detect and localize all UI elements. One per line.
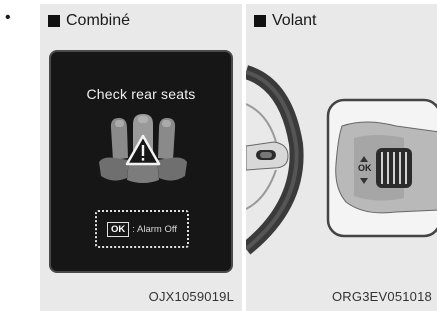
steering-header-label: Volant — [272, 12, 317, 29]
image-code-right: ORG3EV051018 — [332, 289, 432, 304]
cluster-header-label: Combiné — [66, 12, 131, 29]
ok-button-label: OK — [358, 163, 372, 173]
steering-header: Volant — [254, 12, 316, 30]
steering-wheel-illustration — [246, 65, 437, 255]
ok-alarm-off-hint: OK : Alarm Off — [95, 210, 189, 248]
screen-title: Check rear seats — [86, 86, 196, 102]
steering-wheel-panel: Volant OK ORG3EV051018 — [246, 4, 437, 311]
cluster-panel: Combiné Check rear seats OK : Alarm Off — [40, 4, 242, 311]
alarm-off-text: : Alarm Off — [132, 223, 177, 235]
square-bullet-icon — [254, 15, 266, 27]
cluster-header: Combiné — [48, 12, 130, 30]
ok-key-label: OK — [107, 221, 130, 237]
square-bullet-icon — [48, 15, 60, 27]
rear-seats-warning-icon — [99, 114, 187, 183]
image-code-left: OJX1059019L — [148, 289, 234, 304]
bullet-marker: • — [5, 9, 11, 26]
cluster-display: Check rear seats OK : Alarm Off — [49, 50, 233, 273]
